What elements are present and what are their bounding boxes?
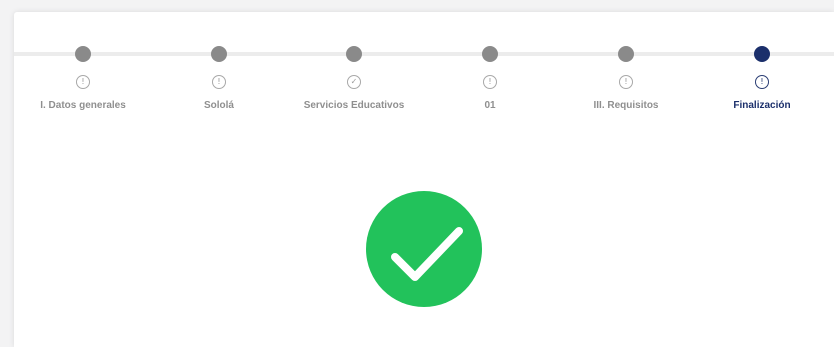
- step-dot: [482, 46, 498, 62]
- step-label: Servicios Educativos: [303, 100, 405, 111]
- wizard-card: ! I. Datos generales ! Sololá ✓ Servicio…: [14, 12, 834, 347]
- step-label: 01: [484, 100, 496, 111]
- step-dot: [346, 46, 362, 62]
- step-label: III. Requisitos: [593, 100, 659, 111]
- info-icon: !: [76, 75, 90, 89]
- step-dot: [618, 46, 634, 62]
- step-dot: [75, 46, 91, 62]
- step-label-active: Finalización: [733, 100, 791, 111]
- step-label: Sololá: [203, 100, 234, 111]
- success-indicator: [366, 191, 482, 307]
- progress-stepper: ! I. Datos generales ! Sololá ✓ Servicio…: [14, 12, 834, 122]
- check-circle-icon: ✓: [347, 75, 361, 89]
- info-icon: !: [619, 75, 633, 89]
- checkmark-icon: [391, 227, 463, 281]
- stepper-track: [14, 52, 834, 56]
- step-dot-active: [754, 46, 770, 62]
- step-label: I. Datos generales: [40, 100, 126, 111]
- info-icon: !: [755, 75, 769, 89]
- info-icon: !: [212, 75, 226, 89]
- step-dot: [211, 46, 227, 62]
- info-icon: !: [483, 75, 497, 89]
